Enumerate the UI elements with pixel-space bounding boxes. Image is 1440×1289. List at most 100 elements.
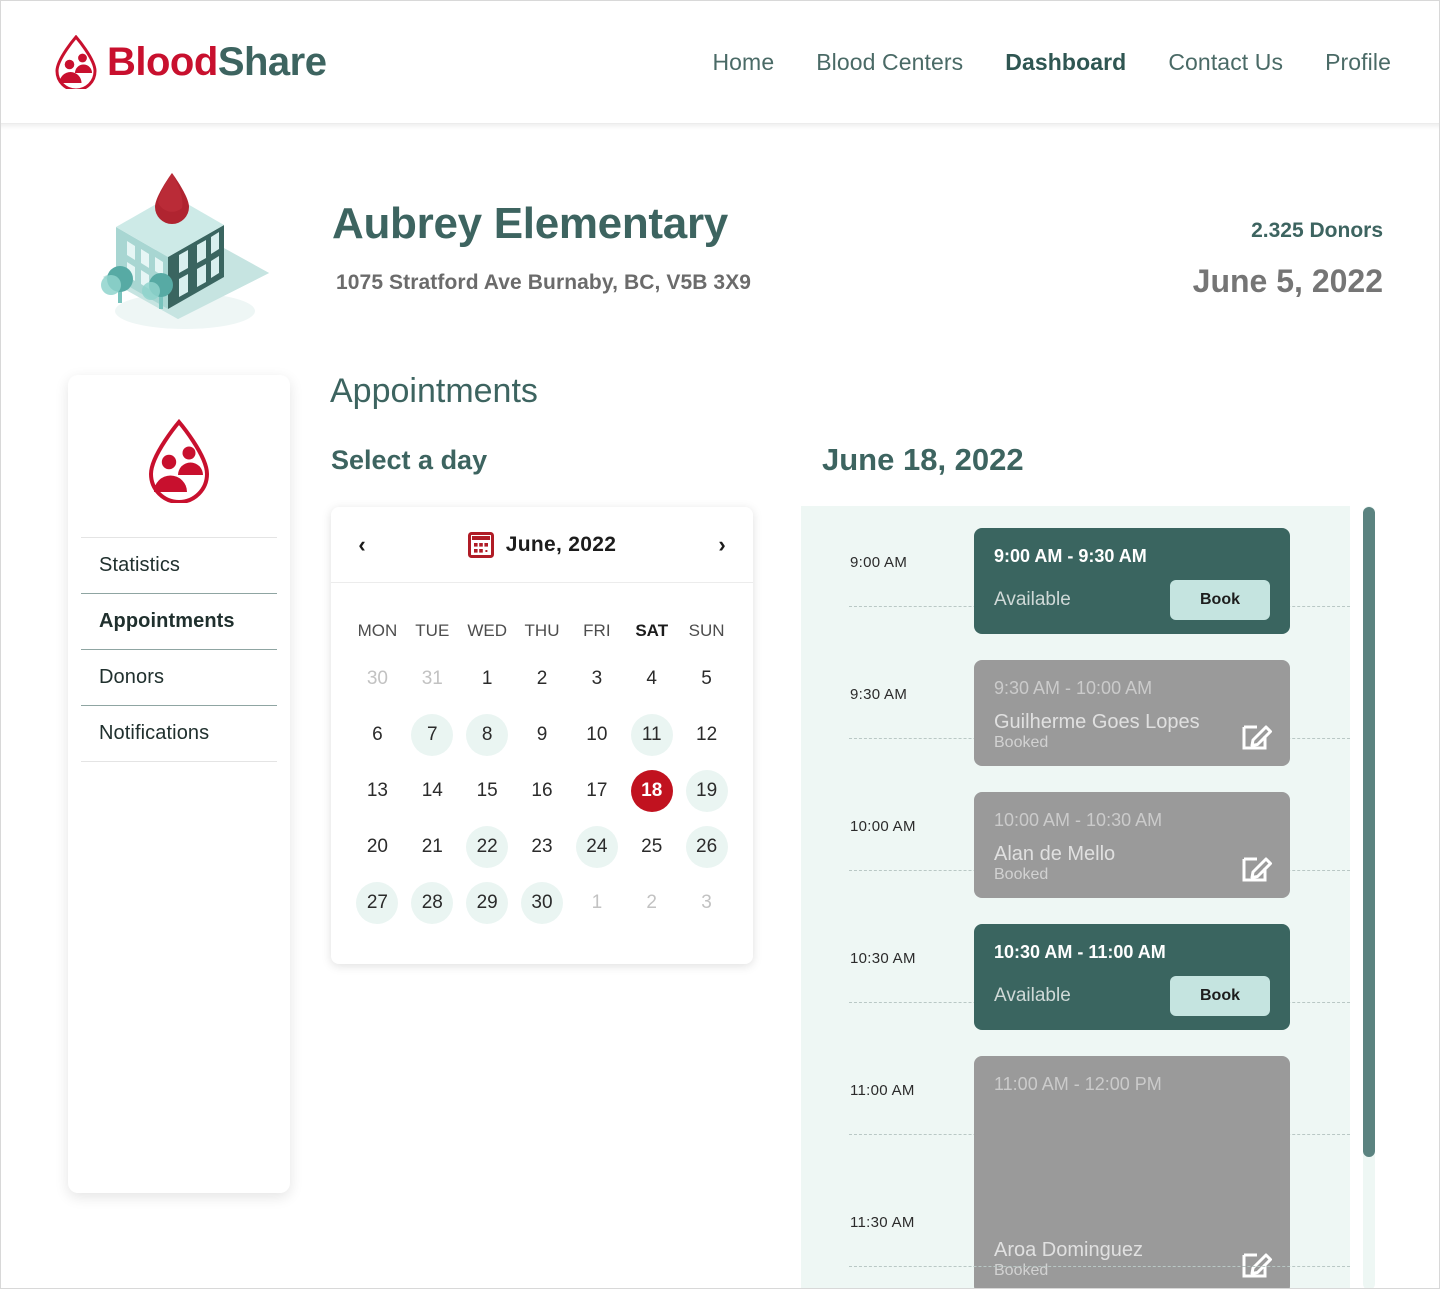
appointment-time-range: 9:00 AM - 9:30 AM xyxy=(994,546,1147,566)
nav-item-dashboard[interactable]: Dashboard xyxy=(1005,49,1126,76)
calendar-day-14[interactable]: 14 xyxy=(408,763,457,819)
calendar-day-17[interactable]: 17 xyxy=(572,763,621,819)
calendar-day-label: 14 xyxy=(421,780,443,801)
calendar-day-22[interactable]: 22 xyxy=(463,819,512,875)
sidebar-item-notifications[interactable]: Notifications xyxy=(81,706,277,761)
calendar-day-20[interactable]: 20 xyxy=(353,819,402,875)
calendar-day-30[interactable]: 30 xyxy=(518,875,567,931)
calendar-week-row: 20 21 22 23 24 25 26 xyxy=(350,819,734,875)
nav-item-home[interactable]: Home xyxy=(712,49,774,76)
calendar-day-1[interactable]: 1 xyxy=(463,651,512,707)
calendar-widget: ‹ June, 2022 › MON TUE WED THU FRI SAT S… xyxy=(331,507,753,964)
calendar-day-label: 19 xyxy=(685,770,728,812)
calendar-day-label: 23 xyxy=(531,836,553,857)
schedule-time-label: 11:00 AM xyxy=(850,1082,915,1099)
edit-pencil-icon[interactable] xyxy=(1240,718,1274,752)
appointment-card-footer: Available Book xyxy=(994,976,1270,1016)
blood-center-building-illustration xyxy=(101,173,269,329)
book-appointment-button[interactable]: Book xyxy=(1170,580,1270,620)
calendar-day-7[interactable]: 7 xyxy=(408,707,457,763)
chevron-right-icon[interactable]: › xyxy=(709,533,735,556)
calendar-day-label: 25 xyxy=(641,836,663,857)
calendar-day-3[interactable]: 3 xyxy=(572,651,621,707)
calendar-day-29[interactable]: 29 xyxy=(463,875,512,931)
available-appointment-card[interactable]: 9:00 AM - 9:30 AM Available Book xyxy=(974,528,1290,634)
calendar-day-24[interactable]: 24 xyxy=(572,819,621,875)
edit-pencil-icon[interactable] xyxy=(1240,850,1274,884)
top-header: BloodShare Home Blood Centers Dashboard … xyxy=(1,1,1439,130)
appointment-status: Booked xyxy=(994,734,1049,751)
schedule-slot-row: 10:00 AM 10:00 AM - 10:30 AM Alan de Mello… xyxy=(801,770,1350,902)
calendar-day-26[interactable]: 26 xyxy=(682,819,731,875)
book-appointment-button[interactable]: Book xyxy=(1170,976,1270,1016)
calendar-day-label: 8 xyxy=(466,714,509,756)
schedule-scrollbar-thumb[interactable] xyxy=(1363,507,1375,1157)
nav-item-blood-centers[interactable]: Blood Centers xyxy=(816,49,963,76)
calendar-month-label: June, 2022 xyxy=(505,532,617,556)
brand-logo-link[interactable]: BloodShare xyxy=(53,35,327,89)
dow-tue: TUE xyxy=(415,621,450,640)
calendar-day-label: 28 xyxy=(411,882,454,924)
schedule-time-label: 10:00 AM xyxy=(850,818,916,835)
calendar-day-23[interactable]: 23 xyxy=(518,819,567,875)
calendar-day-12[interactable]: 12 xyxy=(682,707,731,763)
calendar-day-9[interactable]: 9 xyxy=(518,707,567,763)
app-page: BloodShare Home Blood Centers Dashboard … xyxy=(0,0,1440,1289)
schedule-time-label: 10:30 AM xyxy=(850,950,916,967)
brand-text-blood: Blood xyxy=(107,39,218,84)
booked-appointment-card[interactable]: 9:30 AM - 10:00 AM Guilherme Goes Lopes Bo… xyxy=(974,660,1290,766)
calendar-day-5[interactable]: 5 xyxy=(682,651,731,707)
schedule-slot-row: 11:00 AM 11:00 AM - 12:00 PM Aroa Domingue… xyxy=(801,1034,1350,1288)
sidebar-blood-drop-logo-icon xyxy=(148,419,210,503)
calendar-day-label: 30 xyxy=(521,882,563,924)
calendar-day-15[interactable]: 15 xyxy=(463,763,512,819)
calendar-day-6[interactable]: 6 xyxy=(353,707,402,763)
appointment-status: Available xyxy=(994,589,1071,610)
appointment-time-range: 10:00 AM - 10:30 AM xyxy=(994,810,1163,830)
calendar-day-label: 4 xyxy=(646,668,657,689)
calendar-week-row: 30 31 1 2 3 4 5 xyxy=(350,651,734,707)
calendar-day-28[interactable]: 28 xyxy=(408,875,457,931)
calendar-day-8[interactable]: 8 xyxy=(463,707,512,763)
calendar-day-4[interactable]: 4 xyxy=(627,651,676,707)
brand-text: BloodShare xyxy=(107,39,327,85)
calendar-day-label: 7 xyxy=(411,714,454,756)
calendar-day-27[interactable]: 27 xyxy=(353,875,402,931)
calendar-day-13[interactable]: 13 xyxy=(353,763,402,819)
calendar-day-label: 2 xyxy=(536,668,548,689)
calendar-day-label: 6 xyxy=(372,724,383,745)
appointment-donor-name: Guilherme Goes Lopes xyxy=(994,711,1200,733)
page-title: Appointments xyxy=(330,372,538,410)
calendar-day-label: 11 xyxy=(630,714,673,756)
calendar-week-row: 27 28 29 30 1 2 3 xyxy=(350,875,734,931)
calendar-day-21[interactable]: 21 xyxy=(408,819,457,875)
calendar-day-16[interactable]: 16 xyxy=(518,763,567,819)
sidebar-item-appointments[interactable]: Appointments xyxy=(81,594,277,649)
chevron-left-icon[interactable]: ‹ xyxy=(349,533,375,556)
calendar-day-11[interactable]: 11 xyxy=(627,707,676,763)
nav-item-profile[interactable]: Profile xyxy=(1325,49,1391,76)
calendar-day-label: 12 xyxy=(696,724,718,745)
dow-thu: THU xyxy=(524,621,560,640)
booked-appointment-card[interactable]: 10:00 AM - 10:30 AM Alan de Mello Booked xyxy=(974,792,1290,898)
schedule-time-label: 11:30 AM xyxy=(850,1214,915,1231)
schedule-rows: 9:00 AM 9:00 AM - 9:30 AM Available Book 9:3… xyxy=(801,506,1350,1288)
calendar-month-group: June, 2022 xyxy=(375,531,709,558)
brand-text-share: Share xyxy=(217,39,327,84)
available-appointment-card[interactable]: 10:30 AM - 11:00 AM Available Book xyxy=(974,924,1290,1030)
sidebar-item-donors[interactable]: Donors xyxy=(81,650,277,705)
dashboard-sidebar: Statistics Appointments Donors Notificat… xyxy=(68,375,290,1193)
sidebar-item-statistics[interactable]: Statistics xyxy=(81,538,277,593)
calendar-day-label: 9 xyxy=(536,724,548,745)
calendar-day-2[interactable]: 2 xyxy=(518,651,567,707)
schedule-slot-row: 10:30 AM 10:30 AM - 11:00 AM Available Book xyxy=(801,902,1350,1034)
calendar-day-19[interactable]: 19 xyxy=(682,763,731,819)
calendar-day-30: 30 xyxy=(353,651,402,707)
calendar-day-25[interactable]: 25 xyxy=(627,819,676,875)
dow-wed: WED xyxy=(467,621,507,640)
calendar-day-18-selected[interactable]: 18 xyxy=(627,763,676,819)
appointment-card-footer: Available Book xyxy=(994,580,1270,620)
selected-day-title: June 18, 2022 xyxy=(822,442,1024,477)
calendar-day-10[interactable]: 10 xyxy=(572,707,621,763)
nav-item-contact-us[interactable]: Contact Us xyxy=(1168,49,1283,76)
